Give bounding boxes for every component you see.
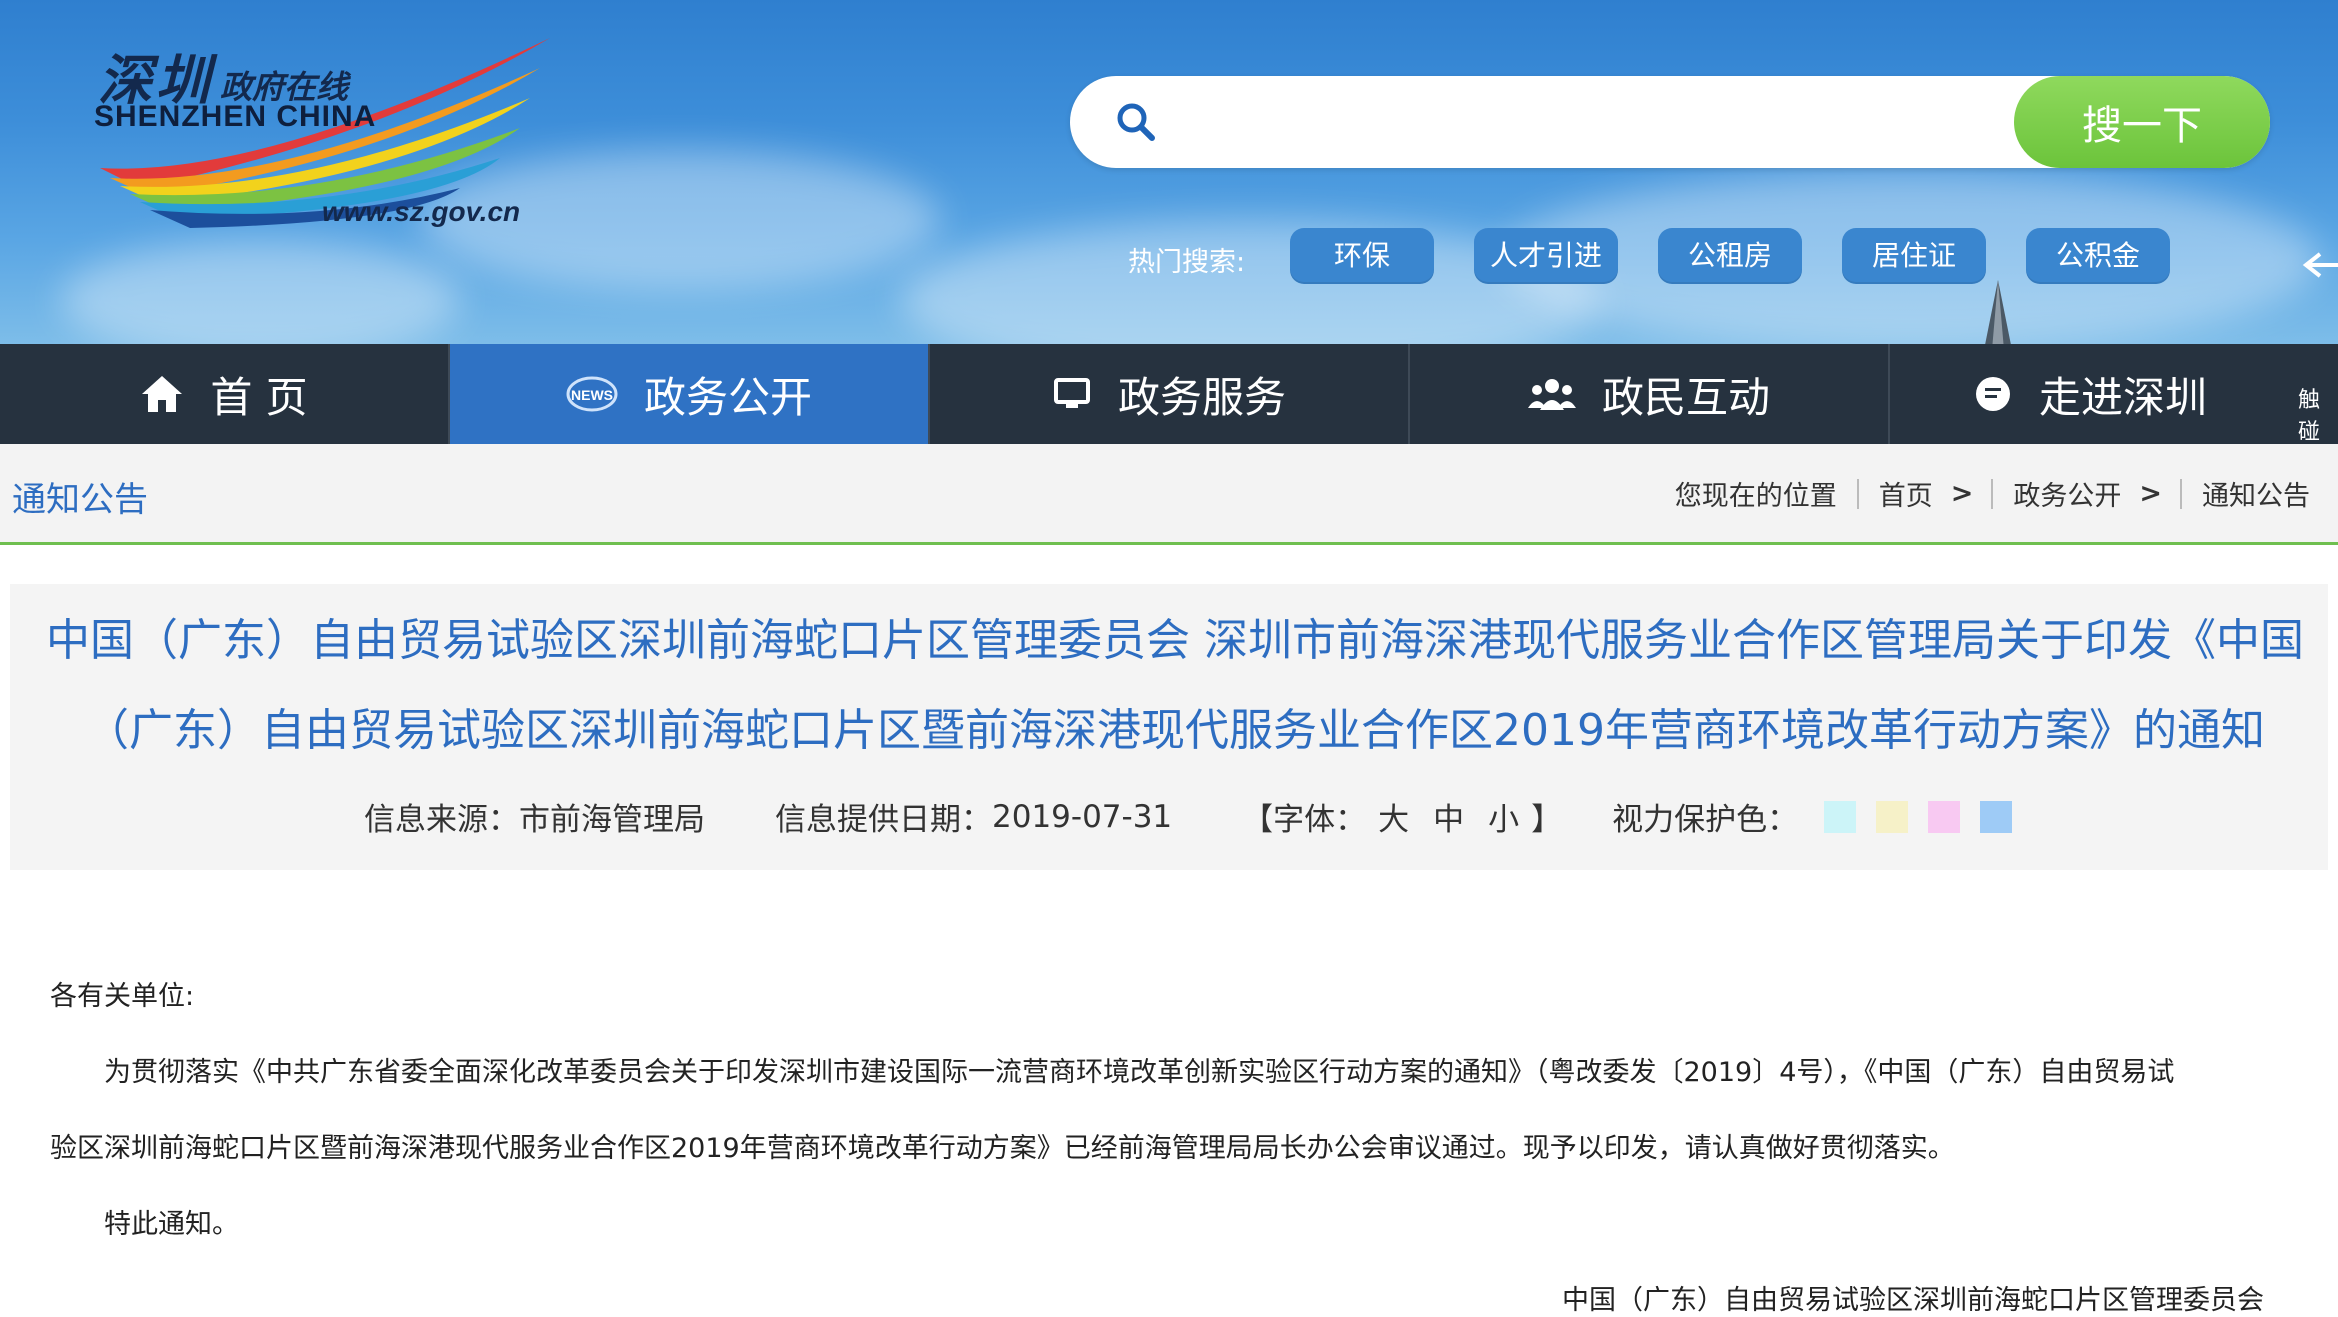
hot-search-tag[interactable]: 环保 (1290, 228, 1434, 284)
eye-color-swatch[interactable] (1876, 800, 1909, 833)
nav-item-label: 政民互动 (1601, 372, 1770, 422)
signature: 中国（广东）自由贸易试验区深圳前海蛇口片区管理委员会 (1562, 1285, 2264, 1316)
article-title: 中国（广东）自由贸易试验区深圳前海蛇口片区管理委员会 深圳市前海深港现代服务业合… (40, 596, 2310, 776)
search-input[interactable] (1180, 92, 2064, 154)
people-icon (1527, 376, 1576, 412)
news-icon: NEWS (566, 374, 618, 414)
hot-search-tag[interactable]: 人才引进 (1474, 228, 1618, 284)
breadcrumb: 您现在的位置 首页 > 政务公开 > 通知公告 (1675, 474, 2310, 513)
hot-search-tag[interactable]: 公租房 (1658, 228, 1802, 284)
monitor-icon (1052, 376, 1092, 412)
article-title-line: （广东）自由贸易试验区深圳前海蛇口片区暨前海深港现代服务业合作区2019年营商环… (85, 705, 2265, 756)
chat-icon (1973, 374, 2013, 414)
nav-item-home[interactable]: 首 页 (0, 344, 450, 444)
breadcrumb-divider (1991, 478, 1994, 509)
site-logo[interactable]: 深圳 政府在线 SHENZHEN CHINA www.sz.gov.cn (70, 28, 550, 248)
nav-item-about-shenzhen[interactable]: 走进深圳 (1890, 344, 2290, 444)
breadcrumb-notices-link[interactable]: 通知公告 (2202, 474, 2310, 513)
breadcrumb-separator: > (2139, 478, 2162, 509)
banner-cloud (60, 240, 460, 344)
article-title-line: 中国（广东）自由贸易试验区深圳前海蛇口片区管理委员会 深圳市前海深港现代服务业合… (46, 615, 2304, 666)
paragraph-line: 验区深圳前海蛇口片区暨前海深港现代服务业合作区2019年营商环境改革行动方案》已… (50, 1133, 1955, 1164)
font-size-large-button[interactable]: 大 (1378, 794, 1409, 839)
eye-color-swatch[interactable] (1928, 800, 1961, 833)
breadcrumb-divider (1856, 478, 1859, 509)
eye-color-swatch[interactable] (1980, 800, 2013, 833)
article-header: 中国（广东）自由贸易试验区深圳前海蛇口片区管理委员会 深圳市前海深港现代服务业合… (10, 584, 2328, 870)
section-title[interactable]: 通知公告 (12, 472, 148, 521)
logo-url: www.sz.gov.cn (322, 196, 521, 227)
search-icon (1117, 103, 1155, 141)
source-label: 信息来源： (364, 802, 519, 838)
hot-search-label: 热门搜索: (1128, 247, 1246, 278)
font-size-medium-button[interactable]: 中 (1433, 794, 1464, 839)
source-value: 市前海管理局 (519, 802, 705, 838)
nav-item-services[interactable]: 政务服务 (930, 344, 1410, 444)
breadcrumb-government-affairs-link[interactable]: 政务公开 (2013, 474, 2121, 513)
eye-color-swatch[interactable] (1824, 800, 1857, 833)
article-meta: 信息来源： 市前海管理局 信息提供日期： 2019-07-31 【字体： 大 中… (364, 794, 2032, 839)
header-banner: 深圳 政府在线 SHENZHEN CHINA www.sz.gov.cn 搜一下… (0, 0, 2338, 344)
hot-search-tag[interactable]: 公积金 (2026, 228, 2170, 284)
font-size-small-button[interactable]: 小 (1488, 794, 1519, 839)
breadcrumb-location-label: 您现在的位置 (1674, 481, 1837, 512)
tower-icon (1985, 280, 2011, 344)
search-button[interactable]: 搜一下 (2014, 76, 2270, 168)
nav-item-label: 政务公开 (643, 372, 812, 422)
breadcrumb-home-link[interactable]: 首页 (1879, 474, 1933, 513)
hot-search-tag[interactable]: 居住证 (1842, 228, 1986, 284)
eye-protection-label: 视力保护色： (1612, 802, 1799, 838)
closing-text: 特此通知。 (104, 1209, 239, 1240)
date-label: 信息提供日期： (775, 802, 992, 838)
salutation: 各有关单位: (50, 981, 195, 1012)
nav-item-interaction[interactable]: 政民互动 (1410, 344, 1890, 444)
breadcrumb-bar: 通知公告 您现在的位置 首页 > 政务公开 > 通知公告 (0, 444, 2338, 545)
svg-text:NEWS: NEWS (571, 387, 613, 403)
paragraph-line: 为贯彻落实《中共广东省委全面深化改革委员会关于印发深圳市建设国际一流营商环境改革… (104, 1057, 2175, 1088)
arrow-left-icon[interactable] (2300, 250, 2338, 280)
nav-item-label: 政务服务 (1117, 372, 1286, 422)
main-nav: 首 页 NEWS 政务公开 政务服务 政民互动 走进深圳 触碰 (0, 344, 2338, 446)
breadcrumb-separator: > (1950, 478, 1974, 509)
search-bar: 搜一下 (1070, 76, 2270, 168)
font-size-label-close: 】 (1531, 802, 1563, 838)
logo-english-text: SHENZHEN CHINA (94, 100, 377, 133)
nav-item-label: 首 页 (210, 372, 308, 422)
nav-item-government-affairs[interactable]: NEWS 政务公开 (450, 344, 930, 444)
font-size-label: 【字体： (1242, 802, 1367, 838)
nav-overflow-text[interactable]: 触碰 (2298, 382, 2338, 446)
breadcrumb-divider (2180, 478, 2182, 509)
nav-item-label: 走进深圳 (2038, 372, 2207, 422)
date-value: 2019-07-31 (992, 798, 1173, 835)
home-icon (140, 374, 184, 414)
